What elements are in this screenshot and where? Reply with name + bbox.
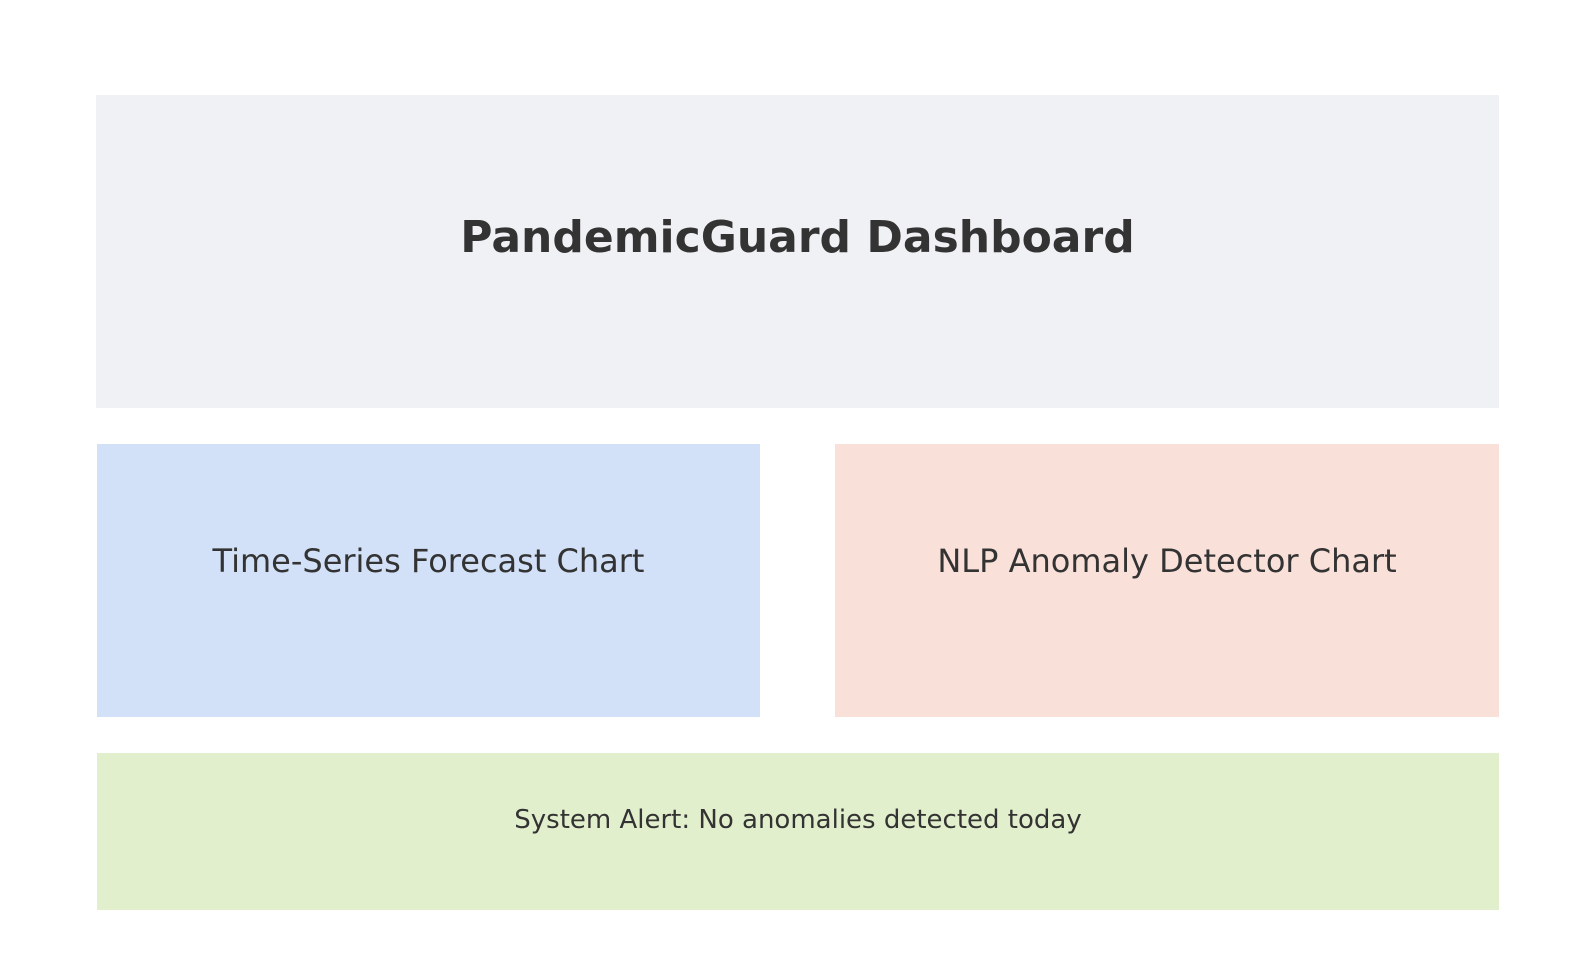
time-series-forecast-label: Time-Series Forecast Chart [212,541,645,580]
system-alert-banner: System Alert: No anomalies detected toda… [97,753,1499,910]
page-title: PandemicGuard Dashboard [460,212,1135,263]
nlp-anomaly-detector-panel[interactable]: NLP Anomaly Detector Chart [835,444,1499,717]
time-series-forecast-panel[interactable]: Time-Series Forecast Chart [97,444,760,717]
system-alert-text: System Alert: No anomalies detected toda… [514,804,1082,835]
dashboard-header: PandemicGuard Dashboard [96,95,1499,408]
nlp-anomaly-detector-label: NLP Anomaly Detector Chart [937,541,1397,580]
dashboard-page: PandemicGuard Dashboard Time-Series Fore… [0,0,1589,964]
